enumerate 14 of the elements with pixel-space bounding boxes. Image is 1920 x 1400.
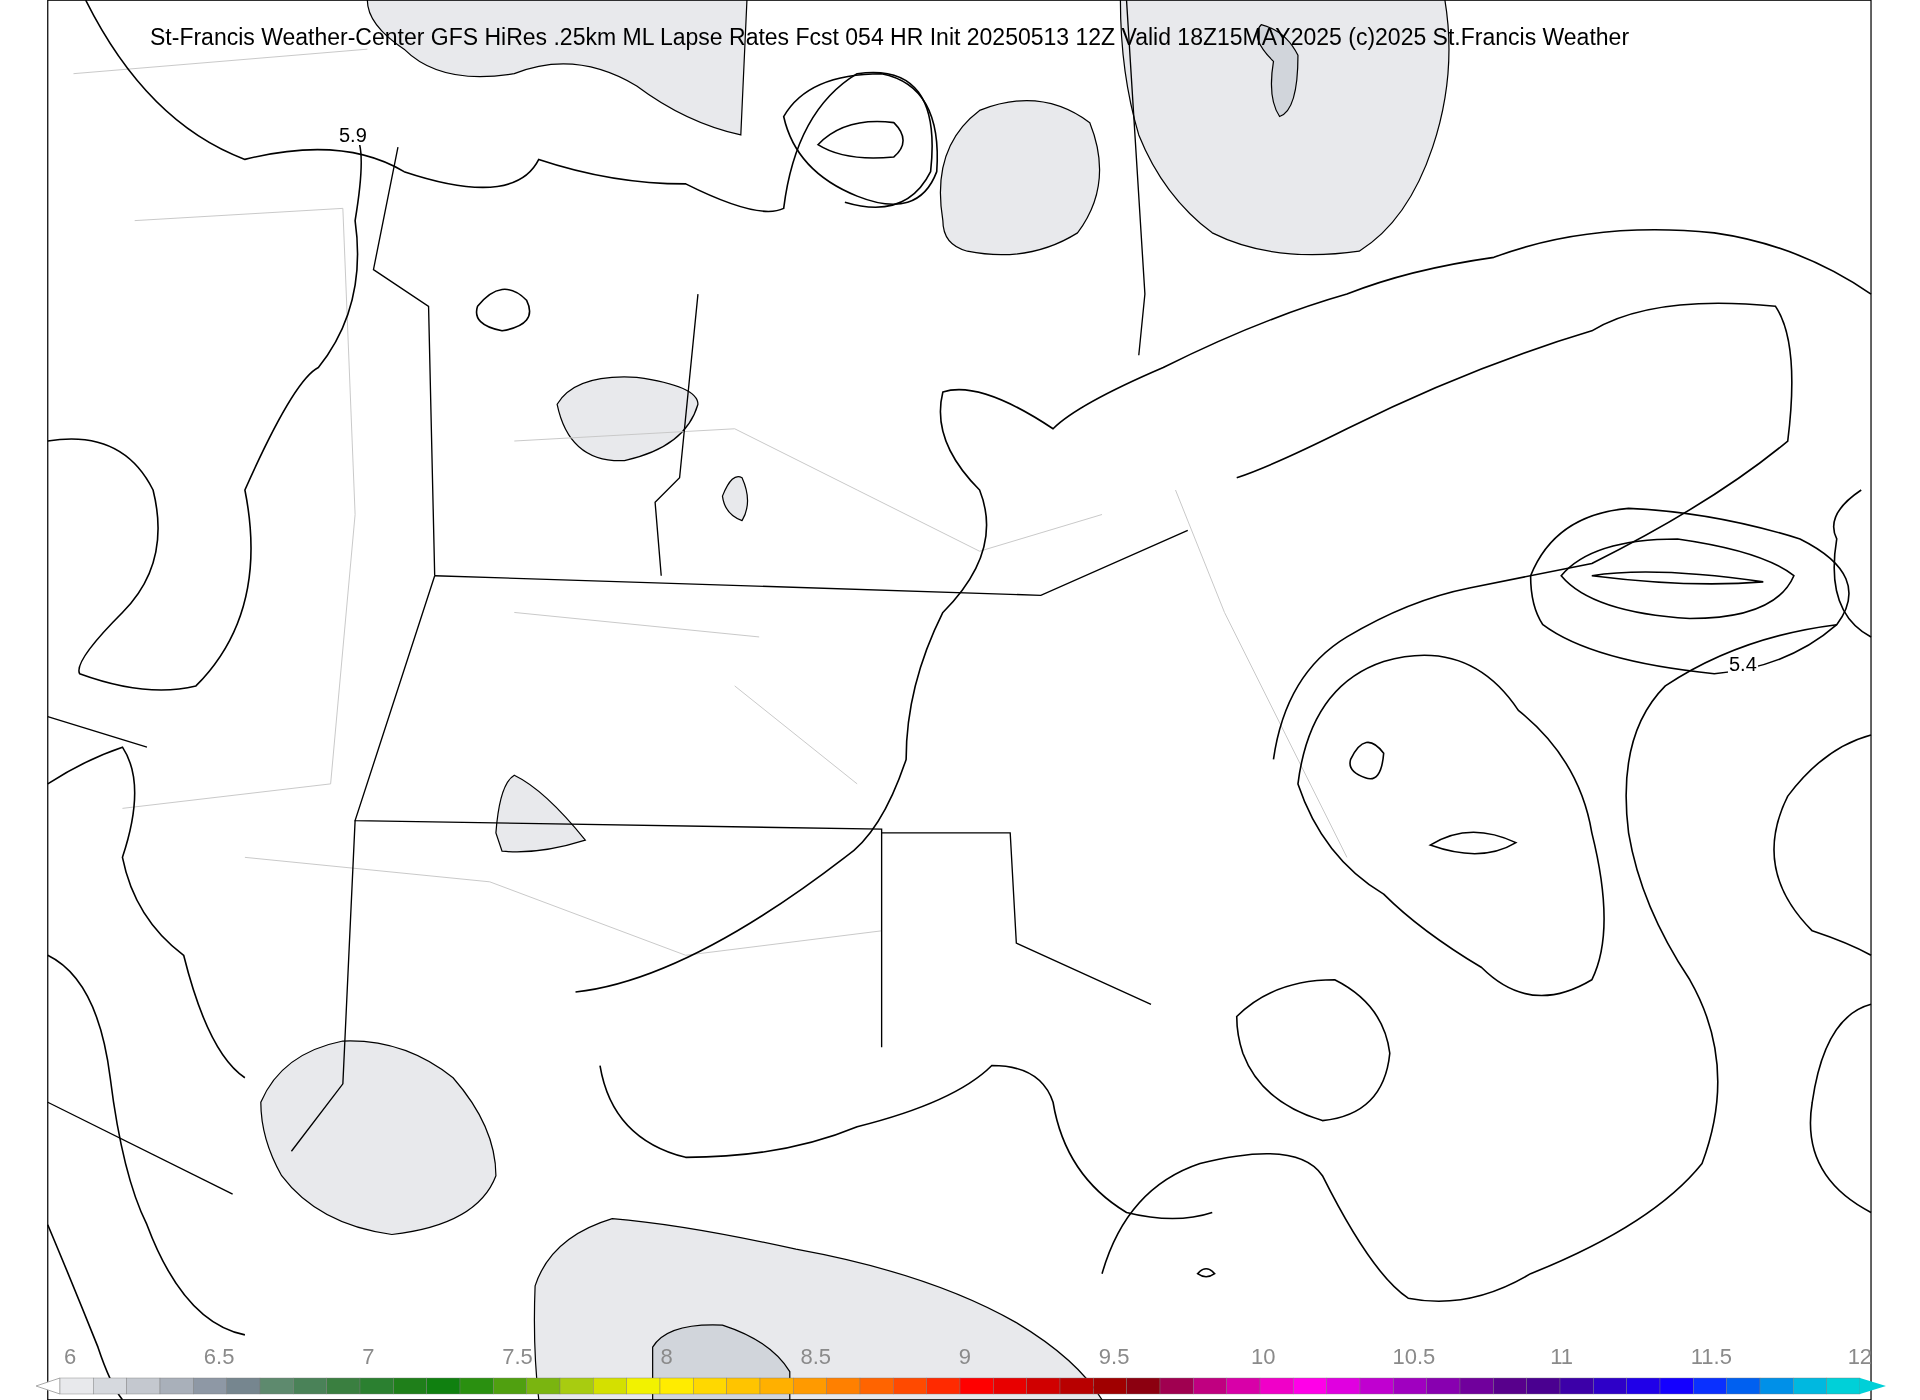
- colorbar-tick-label: 11.5: [1690, 1346, 1731, 1368]
- colorbar-tick-label: 6: [62, 1346, 78, 1368]
- contour-label: 5.9: [338, 125, 368, 145]
- colorbar-tick-label: 6.5: [202, 1346, 236, 1368]
- contour-label: 5.4: [1728, 654, 1758, 674]
- colorbar-tick-label: 11: [1549, 1346, 1574, 1368]
- colorbar-tick-label: 8.5: [799, 1346, 833, 1368]
- colorbar-tick-label: 10: [1250, 1346, 1277, 1368]
- colorbar-tick-label: 7: [361, 1346, 376, 1368]
- colorbar-tick-label: 9.5: [1097, 1346, 1131, 1368]
- colorbar-tick-label: 8: [659, 1346, 674, 1368]
- colorbar-tick-label: 10.5: [1392, 1346, 1433, 1368]
- colorbar-tick-label: 7.5: [501, 1346, 534, 1368]
- colorbar-tick-label: 9: [957, 1346, 973, 1368]
